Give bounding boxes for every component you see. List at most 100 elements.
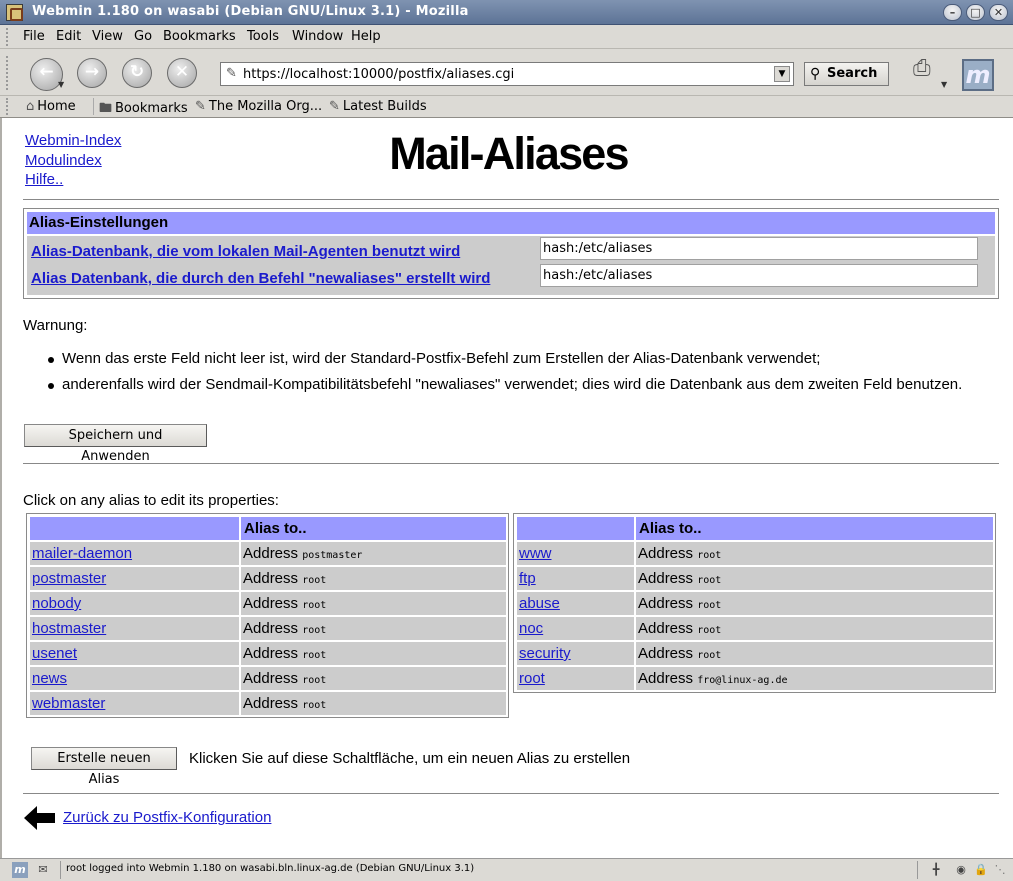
alias-link[interactable]: abuse bbox=[519, 595, 560, 612]
warning-item: Wenn das erste Feld nicht leer ist, wird… bbox=[48, 350, 962, 370]
table-row: nobody bbox=[30, 592, 239, 615]
back-history-dropdown-icon[interactable]: ▼ bbox=[58, 80, 64, 89]
back-to-postfix-link[interactable]: Zurück zu Postfix-Konfiguration bbox=[63, 809, 271, 826]
status-bar: m ✉ root logged into Webmin 1.180 on was… bbox=[0, 858, 1013, 881]
menu-edit[interactable]: Edit bbox=[56, 29, 81, 44]
alias-database-newaliases-link[interactable]: Alias Datenbank, die durch den Befehl "n… bbox=[31, 270, 490, 287]
alias-link[interactable]: postmaster bbox=[32, 570, 106, 587]
table-row: security bbox=[517, 642, 634, 665]
mail-icon[interactable]: ✉ bbox=[33, 862, 53, 878]
alias-link[interactable]: ftp bbox=[519, 570, 536, 587]
alias-target-cell: Address root bbox=[636, 567, 993, 590]
alias-target: root bbox=[697, 575, 722, 586]
address-prefix: Address bbox=[638, 545, 694, 562]
alias-link[interactable]: hostmaster bbox=[32, 620, 106, 637]
alias-settings-body: Alias-Datenbank, die vom lokalen Mail-Ag… bbox=[27, 236, 995, 295]
bookmark-latest-builds[interactable]: ✎ Latest Builds bbox=[329, 99, 427, 114]
alias-target: root bbox=[302, 700, 327, 711]
window-title: Webmin 1.180 on wasabi (Debian GNU/Linux… bbox=[32, 4, 469, 19]
print-dropdown-icon[interactable]: ▼ bbox=[941, 80, 947, 89]
back-arrow-icon[interactable] bbox=[24, 806, 56, 830]
bookmark-icon: ✎ bbox=[329, 99, 340, 114]
alias-target-cell: Address root bbox=[241, 617, 506, 640]
page-content: Webmin-Index Modulindex Hilfe.. Mail-Ali… bbox=[0, 118, 1013, 858]
menubar-grip[interactable] bbox=[6, 28, 12, 46]
folder-icon: 🖿 bbox=[99, 101, 113, 116]
stop-button[interactable]: ✕ bbox=[167, 58, 197, 88]
maximize-button[interactable]: □ bbox=[966, 4, 985, 21]
address-prefix: Address bbox=[243, 670, 299, 687]
alias-target-cell: Address root bbox=[241, 567, 506, 590]
table-row: webmaster bbox=[30, 692, 239, 715]
alias-link[interactable]: webmaster bbox=[32, 695, 105, 712]
address-prefix: Address bbox=[638, 620, 694, 637]
bookmark-mozilla-org-label: The Mozilla Org... bbox=[208, 99, 323, 114]
menu-file[interactable]: File bbox=[23, 29, 45, 44]
create-new-alias-button[interactable]: Erstelle neuen Alias bbox=[31, 747, 177, 787]
toolbar-separator bbox=[93, 98, 94, 115]
warning-label: Warnung: bbox=[23, 317, 88, 334]
alias-link[interactable]: mailer-daemon bbox=[32, 545, 132, 562]
menu-help[interactable]: Help bbox=[351, 29, 381, 44]
statusbar-separator bbox=[917, 861, 918, 879]
alias-target: postmaster bbox=[302, 550, 363, 561]
address-prefix: Address bbox=[243, 620, 299, 637]
close-button[interactable]: ✕ bbox=[989, 4, 1008, 21]
menu-view[interactable]: View bbox=[92, 29, 123, 44]
url-history-dropdown-icon[interactable]: ▼ bbox=[774, 66, 790, 82]
url-bar[interactable]: ✎ https://localhost:10000/postfix/aliase… bbox=[220, 62, 794, 86]
menu-window[interactable]: Window bbox=[292, 29, 343, 44]
minimize-button[interactable]: – bbox=[943, 4, 962, 21]
bookmark-latest-builds-label: Latest Builds bbox=[342, 99, 427, 114]
alias-database-local-link[interactable]: Alias-Datenbank, die vom lokalen Mail-Ag… bbox=[31, 243, 460, 260]
table-row: www bbox=[517, 542, 634, 565]
alias-target: root bbox=[697, 600, 722, 611]
search-button[interactable]: ⚲ Search bbox=[804, 62, 889, 86]
alias-link[interactable]: usenet bbox=[32, 645, 77, 662]
alias-target-cell: Address root bbox=[241, 642, 506, 665]
bookmark-mozilla-org[interactable]: ✎ The Mozilla Org... bbox=[195, 99, 322, 114]
menu-go[interactable]: Go bbox=[134, 29, 152, 44]
table-row: news bbox=[30, 667, 239, 690]
mozilla-throbber-icon[interactable]: m bbox=[962, 59, 994, 91]
alias-database-local-input[interactable]: hash:/etc/aliases bbox=[540, 237, 978, 260]
menu-tools[interactable]: Tools bbox=[247, 29, 279, 44]
alias-target: root bbox=[302, 625, 327, 636]
reload-button[interactable]: ↻ bbox=[122, 58, 152, 88]
privacy-eye-icon[interactable]: ◉ bbox=[952, 862, 970, 878]
forward-button[interactable]: → bbox=[77, 58, 107, 88]
alias-link[interactable]: security bbox=[519, 645, 571, 662]
online-status-icon[interactable]: ╋ bbox=[925, 862, 947, 878]
app-window-icon[interactable] bbox=[6, 4, 23, 21]
alias-link[interactable]: root bbox=[519, 670, 545, 687]
alias-target-cell: Address root bbox=[241, 592, 506, 615]
alias-link[interactable]: www bbox=[519, 545, 552, 562]
reload-icon: ↻ bbox=[129, 62, 145, 82]
alias-link[interactable]: nobody bbox=[32, 595, 81, 612]
alias-target: root bbox=[302, 600, 327, 611]
navbar-grip[interactable] bbox=[6, 56, 12, 90]
alias-link[interactable]: noc bbox=[519, 620, 543, 637]
mozilla-navigator-icon[interactable]: m bbox=[12, 862, 28, 878]
print-icon[interactable]: ⎙ bbox=[913, 56, 943, 86]
alias-settings-header: Alias-Einstellungen bbox=[27, 212, 995, 234]
bookmark-home[interactable]: ⌂ Home bbox=[26, 99, 76, 114]
alias-target: root bbox=[302, 650, 327, 661]
alias-target: root bbox=[697, 625, 722, 636]
alias-link[interactable]: news bbox=[32, 670, 67, 687]
resize-grip-icon[interactable]: ⋱ bbox=[993, 862, 1007, 878]
alias-database-newaliases-input[interactable]: hash:/etc/aliases bbox=[540, 264, 978, 287]
save-apply-button[interactable]: Speichern und Anwenden bbox=[24, 424, 207, 464]
window-titlebar[interactable]: Webmin 1.180 on wasabi (Debian GNU/Linux… bbox=[0, 0, 1013, 25]
warning-list: Wenn das erste Feld nicht leer ist, wird… bbox=[48, 350, 962, 396]
table-row: usenet bbox=[30, 642, 239, 665]
menu-bookmarks[interactable]: Bookmarks bbox=[163, 29, 236, 44]
click-note: Click on any alias to edit its propertie… bbox=[23, 492, 279, 509]
bookmark-icon: ✎ bbox=[195, 99, 206, 114]
url-text[interactable]: https://localhost:10000/postfix/aliases.… bbox=[243, 67, 514, 82]
bookmarkbar-grip[interactable] bbox=[6, 98, 12, 115]
address-prefix: Address bbox=[243, 570, 299, 587]
security-lock-icon[interactable]: 🔒 bbox=[973, 862, 989, 878]
bookmark-home-label: Home bbox=[37, 99, 76, 114]
statusbar-separator bbox=[60, 861, 61, 879]
